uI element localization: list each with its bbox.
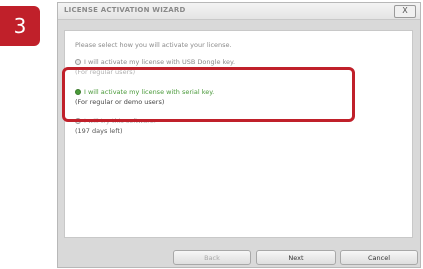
option-trial-sub: (197 days left) (75, 127, 123, 135)
option-usb-dongle-label: I will activate my license with USB Dong… (84, 58, 236, 66)
back-button[interactable]: Back (173, 250, 251, 265)
highlight-box (62, 67, 355, 122)
license-activation-dialog: LICENSE ACTIVATION WIZARD X Please selec… (57, 2, 421, 268)
cancel-button[interactable]: Cancel (340, 250, 418, 265)
step-badge: 3 (0, 6, 40, 46)
dialog-title: LICENSE ACTIVATION WIZARD (64, 6, 186, 14)
next-button[interactable]: Next (256, 250, 336, 265)
instruction-text: Please select how you will activate your… (75, 41, 232, 49)
close-button[interactable]: X (394, 5, 416, 18)
dialog-content: Please select how you will activate your… (64, 30, 413, 238)
radio-usb-dongle[interactable] (75, 59, 81, 65)
title-bar: LICENSE ACTIVATION WIZARD X (58, 3, 420, 20)
